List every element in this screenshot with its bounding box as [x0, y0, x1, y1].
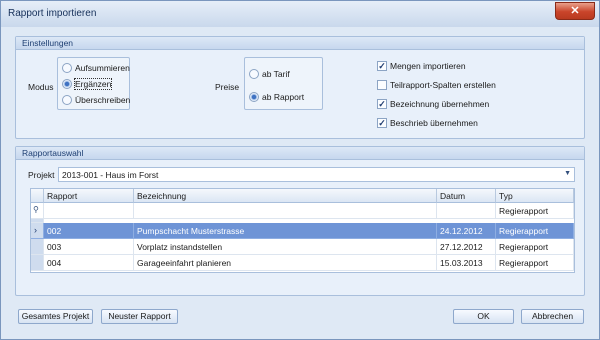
settings-group: Einstellungen Modus Aufsummieren Ergänze…: [15, 36, 585, 139]
preise-option-label: ab Rapport: [262, 92, 305, 102]
dropdown-arrow-icon[interactable]: ▼: [564, 170, 571, 177]
cell-bezeichnung[interactable]: Pumpschacht Musterstrasse: [134, 223, 437, 239]
column-header-rapport[interactable]: Rapport: [44, 189, 134, 203]
row-indicator[interactable]: [31, 239, 44, 255]
filter-cell-bezeichnung[interactable]: [134, 203, 437, 219]
column-header-label: Bezeichnung: [137, 191, 187, 201]
close-button[interactable]: ✕: [555, 2, 595, 20]
checkbox-label: Bezeichnung übernehmen: [390, 99, 490, 109]
cell-datum[interactable]: 27.12.2012: [437, 239, 496, 255]
modus-label: Modus: [28, 82, 54, 92]
gesamtes-projekt-button[interactable]: Gesamtes Projekt: [18, 309, 93, 324]
projekt-dropdown[interactable]: 2013-001 - Haus im Forst ▼: [58, 167, 575, 182]
cell-typ[interactable]: Regierapport: [496, 223, 574, 239]
column-header-label: Rapport: [47, 191, 78, 201]
rapport-grid: Rapport Bezeichnung Datum Typ ⚲ Regierap…: [30, 188, 575, 273]
title-bar[interactable]: Rapport importieren ✕: [1, 1, 599, 27]
cell-text: 002: [47, 226, 62, 236]
cell-text: Vorplatz instandstellen: [137, 242, 223, 252]
cell-rapport[interactable]: 004: [44, 255, 134, 271]
checkbox-checked-icon[interactable]: ✓: [377, 61, 387, 71]
modus-option-label: Ergänzen: [73, 78, 113, 90]
filter-cell-datum[interactable]: [437, 203, 496, 219]
rapport-selection-group: Rapportauswahl Projekt 2013-001 - Haus i…: [15, 146, 585, 296]
cell-text: 003: [47, 242, 62, 252]
checkbox-checked-icon[interactable]: ✓: [377, 118, 387, 128]
selection-group-title: Rapportauswahl: [22, 148, 84, 158]
radio-selected-icon[interactable]: [249, 92, 259, 102]
settings-group-title: Einstellungen: [22, 38, 74, 48]
row-indicator-header: [31, 189, 44, 203]
modus-option-label: Überschreiben: [75, 95, 131, 105]
cell-rapport[interactable]: 003: [44, 239, 134, 255]
projekt-label: Projekt: [28, 170, 55, 180]
cell-datum[interactable]: 15.03.2013: [437, 255, 496, 271]
cell-text: Pumpschacht Musterstrasse: [137, 226, 245, 236]
filter-value: Regierapport: [499, 206, 549, 216]
column-header-datum[interactable]: Datum: [437, 189, 496, 203]
cell-text: 27.12.2012: [440, 242, 483, 252]
preise-option-label: ab Tarif: [262, 69, 290, 79]
checkbox-label: Beschrieb übernehmen: [390, 118, 478, 128]
radio-icon[interactable]: [249, 69, 259, 79]
checkbox-label: Mengen importieren: [390, 61, 466, 71]
selection-group-header: Rapportauswahl: [16, 147, 584, 160]
current-row-arrow-icon[interactable]: ›: [31, 223, 44, 239]
cell-bezeichnung[interactable]: Garageeinfahrt planieren: [134, 255, 437, 271]
settings-group-header: Einstellungen: [16, 37, 584, 50]
preise-options-box: ab Tarif ab Rapport: [244, 57, 323, 110]
filter-cell-typ[interactable]: Regierapport: [496, 203, 574, 219]
dialog-window: Rapport importieren ✕ Einstellungen Modu…: [0, 0, 600, 340]
radio-selected-icon[interactable]: [62, 79, 72, 89]
column-header-label: Datum: [440, 191, 466, 201]
radio-icon[interactable]: [62, 63, 72, 73]
column-header-typ[interactable]: Typ: [496, 189, 574, 203]
cell-text: 004: [47, 258, 62, 268]
cell-text: Regierapport: [499, 258, 549, 268]
modus-options-box: Aufsummieren Ergänzen Überschreiben: [57, 57, 130, 110]
cell-text: Regierapport: [499, 242, 549, 252]
cell-typ[interactable]: Regierapport: [496, 255, 574, 271]
row-indicator[interactable]: [31, 255, 44, 271]
ok-button[interactable]: OK: [453, 309, 514, 324]
abbrechen-button[interactable]: Abbrechen: [521, 309, 584, 324]
cell-bezeichnung[interactable]: Vorplatz instandstellen: [134, 239, 437, 255]
preise-label: Preise: [215, 82, 240, 92]
cell-typ[interactable]: Regierapport: [496, 239, 574, 255]
filter-icon[interactable]: ⚲: [31, 203, 44, 219]
cell-text: Regierapport: [499, 226, 549, 236]
cell-rapport[interactable]: 002: [44, 223, 134, 239]
filter-cell-rapport[interactable]: [44, 203, 134, 219]
cell-datum[interactable]: 24.12.2012: [437, 223, 496, 239]
window-title: Rapport importieren: [8, 8, 97, 19]
neuster-rapport-button[interactable]: Neuster Rapport: [101, 309, 178, 324]
projekt-value: 2013-001 - Haus im Forst: [62, 170, 159, 180]
radio-icon[interactable]: [62, 95, 72, 105]
checkbox-icon[interactable]: [377, 80, 387, 90]
column-header-bezeichnung[interactable]: Bezeichnung: [134, 189, 437, 203]
checkbox-checked-icon[interactable]: ✓: [377, 99, 387, 109]
checkbox-label: Teilrapport-Spalten erstellen: [390, 80, 496, 90]
cell-text: Garageeinfahrt planieren: [137, 258, 232, 268]
modus-option-label: Aufsummieren: [75, 63, 130, 73]
column-header-label: Typ: [499, 191, 513, 201]
cell-text: 15.03.2013: [440, 258, 483, 268]
cell-text: 24.12.2012: [440, 226, 483, 236]
